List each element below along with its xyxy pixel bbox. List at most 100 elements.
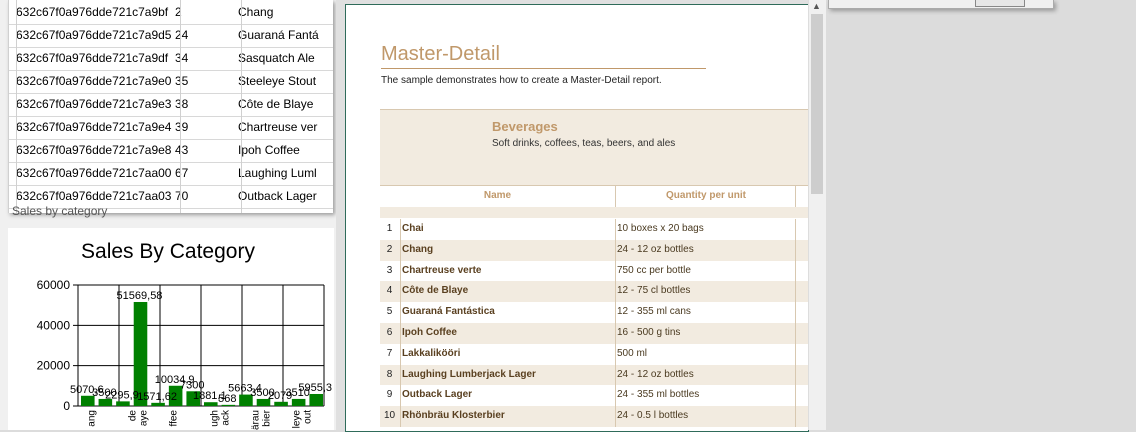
x-tick-label: de	[128, 410, 139, 422]
row-number: 5	[386, 306, 393, 318]
cell-id: 632c67f0a976dde721c7a9e3	[16, 97, 172, 111]
row-quantity: 24 - 12 oz bottles	[617, 243, 694, 255]
floating-window	[828, 0, 1054, 9]
row-quantity: 750 cc per bottle	[617, 264, 691, 276]
row-divider	[400, 364, 401, 386]
row-divider	[400, 219, 401, 240]
table-row[interactable]: 632c67f0a976dde721c7aa00 67 Laughing Luml	[8, 162, 333, 186]
row-number: 6	[386, 327, 393, 338]
row-quantity: 24 - 12 oz bottles	[617, 368, 694, 380]
row-divider	[795, 219, 796, 240]
table-header: Name Quantity per unit	[380, 185, 808, 208]
report-row: 3 Chartreuse verte 750 cc per bottle	[380, 260, 808, 282]
report-row: 10 Rhönbräu Klosterbier 24 - 0.5 l bottles	[380, 406, 808, 428]
row-divider	[795, 302, 796, 324]
row-quantity: 16 - 500 g tins	[617, 327, 681, 338]
cell-number: 2	[175, 5, 182, 19]
cell-name: Steeleye Stout	[238, 74, 317, 88]
chart-bar	[274, 401, 288, 406]
data-label: 568	[218, 393, 236, 405]
row-number: 10	[383, 410, 396, 422]
report-row: 5 Guaraná Fantástica 12 - 355 ml cans	[380, 302, 808, 324]
report-row: 2 Chang 24 - 12 oz bottles	[380, 239, 808, 261]
row-name: Laughing Lumberjack Lager	[402, 368, 536, 380]
cell-number: 39	[175, 120, 189, 134]
products-grid[interactable]: 632c67f0a976dde721c7a9bf 2 Chang 632c67f0a9…	[8, 0, 333, 213]
category-name: Beverages	[492, 119, 558, 134]
chart-bar	[291, 398, 306, 406]
row-divider	[795, 343, 796, 365]
row-divider	[795, 364, 796, 386]
row-name: Chartreuse verte	[402, 264, 482, 276]
cell-id: 632c67f0a976dde721c7aa03	[16, 189, 172, 203]
report-subtitle: The sample demonstrates how to create a …	[381, 75, 662, 86]
row-divider	[795, 239, 796, 261]
row-number: 2	[386, 243, 393, 255]
title-divider	[381, 68, 706, 69]
cell-name: Chang	[238, 5, 274, 19]
row-quantity: 24 - 355 ml bottles	[617, 389, 700, 401]
scroll-thumb[interactable]	[811, 14, 823, 194]
row-name: Côte de Blaye	[402, 285, 469, 297]
row-divider	[400, 239, 401, 261]
cell-id: 632c67f0a976dde721c7a9df	[16, 51, 169, 65]
x-tick-label: ack	[221, 409, 232, 426]
cell-id: 632c67f0a976dde721c7a9bf	[16, 5, 169, 19]
cell-number: 24	[175, 28, 189, 42]
table-row[interactable]: 632c67f0a976dde721c7a9df 34 Sasquatch Ale	[8, 47, 333, 71]
header-name: Name	[483, 190, 512, 201]
table-row[interactable]: 632c67f0a976dde721c7a9e8 43 Ipoh Coffee	[8, 139, 333, 163]
data-label: 1571,62	[137, 391, 177, 403]
report-page: Master-Detail The sample demonstrates ho…	[345, 4, 809, 432]
row-divider	[400, 260, 401, 282]
row-divider	[400, 385, 401, 407]
data-label: 5955,3	[298, 382, 332, 394]
y-tick-label: 40000	[37, 318, 71, 332]
cell-name: Ipoh Coffee	[238, 143, 300, 157]
table-row[interactable]: 632c67f0a976dde721c7a9d5 24 Guaraná Fantá	[8, 24, 333, 48]
table-row[interactable]: 632c67f0a976dde721c7a9e3 38 Côte de Blaye	[8, 93, 333, 117]
row-number: 9	[386, 389, 393, 401]
report-row: 4 Côte de Blaye 12 - 75 cl bottles	[380, 281, 808, 303]
row-quantity: 12 - 355 ml cans	[617, 306, 691, 318]
row-name: Guaraná Fantástica	[402, 306, 495, 318]
cell-id: 632c67f0a976dde721c7a9d5	[16, 28, 172, 42]
chart-plot: 60000400002000005070,635002295,951569,58…	[37, 278, 332, 430]
row-name: Chai	[402, 223, 424, 234]
window-button[interactable]	[975, 0, 1025, 7]
row-name: Ipoh Coffee	[402, 327, 457, 338]
cell-number: 34	[175, 51, 189, 65]
row-divider	[795, 281, 796, 303]
report-title: Master-Detail	[381, 43, 500, 65]
row-number: 4	[386, 285, 393, 297]
row-number: 8	[386, 368, 393, 380]
row-divider	[400, 281, 401, 303]
table-row[interactable]: 632c67f0a976dde721c7a9e0 35 Steeleye Stout	[8, 70, 333, 94]
row-divider	[400, 343, 401, 365]
cell-number: 35	[175, 74, 189, 88]
row-number: 1	[386, 223, 393, 234]
report-row: 9 Outback Lager 24 - 355 ml bottles	[380, 385, 808, 407]
data-label: 2295,9	[105, 389, 139, 401]
data-label: 51569,58	[117, 290, 163, 302]
y-tick-label: 60000	[37, 278, 71, 292]
chart-bar	[151, 402, 165, 406]
row-name: Outback Lager	[402, 389, 473, 401]
row-quantity: 500 ml	[617, 347, 648, 359]
table-row[interactable]: 632c67f0a976dde721c7a9bf 2 Chang	[8, 1, 333, 25]
report-scrollbar[interactable]: ▲	[808, 0, 826, 430]
row-divider	[400, 323, 401, 344]
row-divider	[615, 364, 616, 386]
chevron-up-icon[interactable]: ▲	[812, 1, 821, 11]
y-tick-label: 20000	[37, 359, 71, 373]
x-tick-label: ugh	[210, 410, 221, 427]
row-divider	[615, 302, 616, 324]
row-divider	[615, 406, 616, 428]
cell-id: 632c67f0a976dde721c7a9e4	[16, 120, 172, 134]
cell-id: 632c67f0a976dde721c7aa00	[16, 166, 172, 180]
x-tick-label: ffee	[169, 410, 180, 427]
x-tick-label: aye	[139, 410, 150, 427]
cell-name: Outback Lager	[238, 189, 317, 203]
table-spacer	[380, 207, 808, 218]
table-row[interactable]: 632c67f0a976dde721c7a9e4 39 Chartreuse ver	[8, 116, 333, 140]
